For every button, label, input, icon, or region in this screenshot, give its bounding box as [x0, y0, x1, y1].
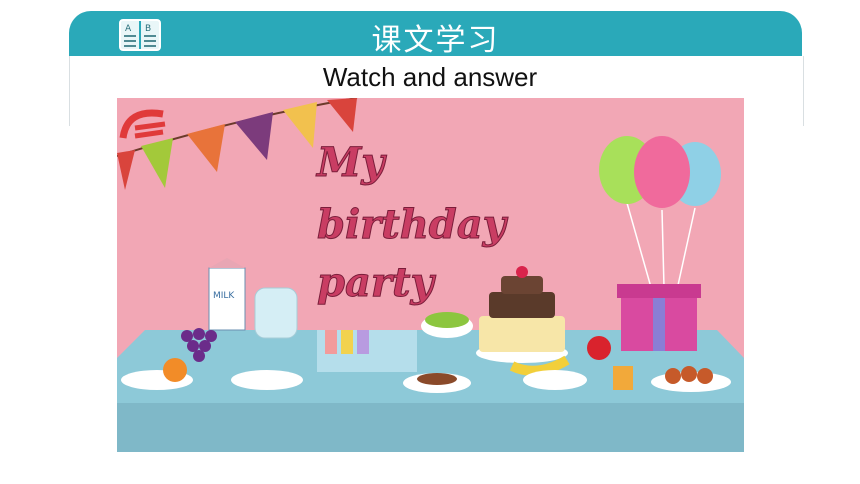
video-title-line-3: party: [317, 259, 436, 306]
birthday-party-illustration: My birthday party MILK: [117, 98, 744, 452]
section-header: A B 课文学习: [69, 11, 802, 58]
video-title-line-1: My: [315, 139, 387, 186]
page-title: 课文学习: [371, 23, 500, 58]
video-frame[interactable]: My birthday party MILK: [117, 98, 744, 452]
video-title-line-2: birthday: [317, 201, 509, 248]
milk-label: MILK: [213, 291, 235, 301]
instruction-text: Watch and answer: [322, 62, 538, 92]
